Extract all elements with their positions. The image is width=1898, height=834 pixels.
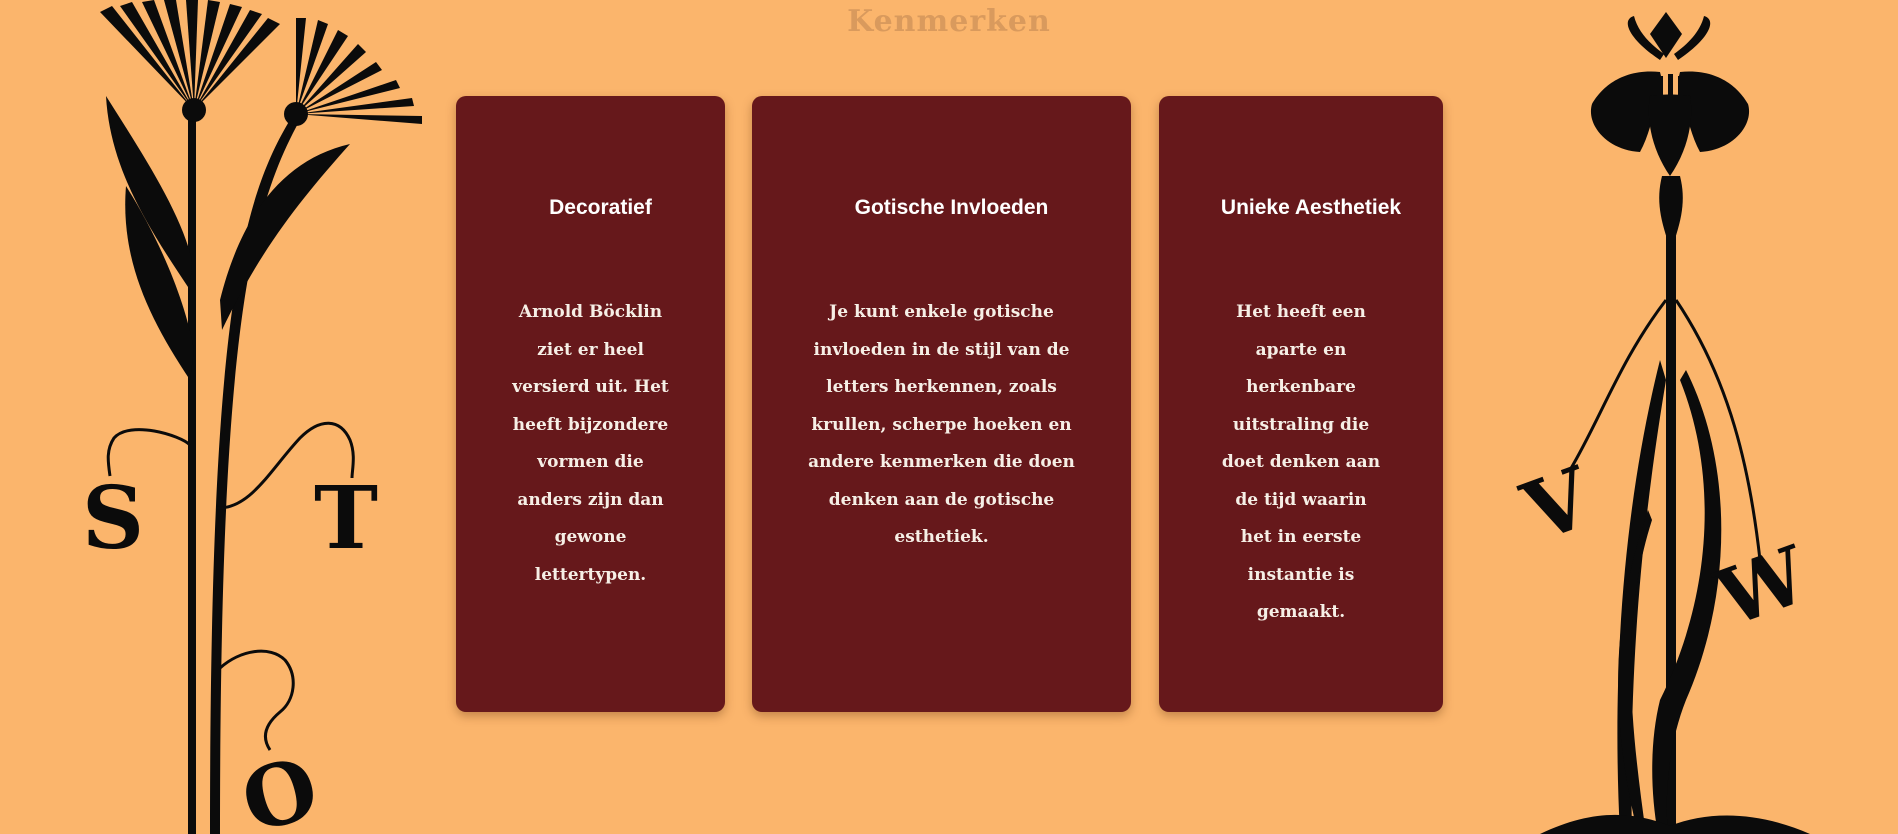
page: Kenmerken S T O V W Decoratief Arnold Bö…	[0, 0, 1898, 834]
card-text: Het heeft een aparte en herkenbare uitst…	[1221, 302, 1381, 622]
card-title: Unieke Aesthetiek	[1220, 196, 1402, 219]
feature-card-decoratief: Decoratief Arnold Böcklin ziet er heel v…	[456, 96, 725, 712]
feature-card-unieke-aesthetiek: Unieke Aesthetiek Het heeft een aparte e…	[1159, 96, 1443, 712]
deco-letter-v: V	[1510, 449, 1605, 562]
feature-card-gotische-invloeden: Gotische Invloeden Je kunt enkele gotisc…	[752, 96, 1131, 712]
card-text: Je kunt enkele gotische invloeden in de …	[808, 302, 1075, 547]
iris-flower-illustration: V W	[1510, 12, 1821, 834]
deco-letter-w: W	[1705, 529, 1821, 645]
card-text: Arnold Böcklin ziet er heel versierd uit…	[512, 302, 669, 585]
deco-letter-s: S	[82, 468, 144, 569]
card-title: Gotische Invloeden	[854, 196, 1049, 219]
card-title: Decoratief	[549, 196, 652, 219]
deco-letter-o: O	[232, 737, 328, 834]
flower-stems-illustration: S T O	[82, 0, 422, 834]
deco-letter-t: T	[314, 468, 378, 569]
